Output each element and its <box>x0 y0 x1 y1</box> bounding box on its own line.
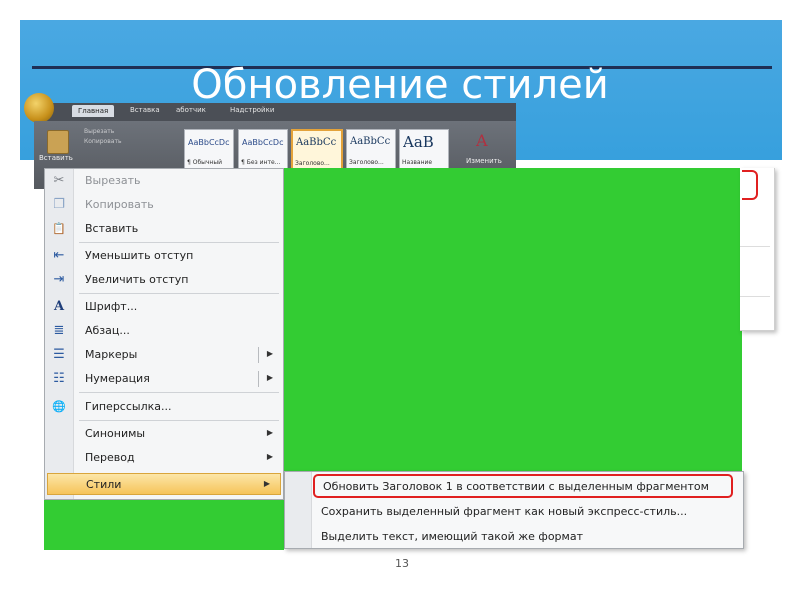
green-fill-area <box>284 168 742 471</box>
style-title[interactable]: AaB Название <box>399 129 449 169</box>
ribbon-tab-home[interactable]: Главная <box>72 105 115 117</box>
green-fill-lower-left <box>44 500 284 550</box>
change-styles-icon: A <box>476 131 488 150</box>
menu-item-bullets[interactable]: ☰ Маркеры ▶ <box>45 344 283 366</box>
paste-big-icon[interactable] <box>47 130 69 154</box>
ribbon-tab-insert[interactable]: Вставка <box>130 106 160 114</box>
menu-item-font[interactable]: A Шрифт... <box>45 296 283 318</box>
ribbon-cut[interactable]: Вырезать <box>84 128 114 135</box>
menu-item-numbering[interactable]: ☷ Нумерация ▶ <box>45 368 283 390</box>
ribbon-copy[interactable]: Копировать <box>84 138 121 145</box>
menu-item-styles[interactable]: Стили ▶ <box>47 473 281 495</box>
copy-icon: ❐ <box>53 197 65 212</box>
submenu-arrow-icon[interactable]: ▶ <box>267 373 273 382</box>
increase-indent-icon: ⇥ <box>53 272 65 287</box>
submenu-item-update-heading[interactable]: Обновить Заголовок 1 в соответствии с вы… <box>313 474 733 498</box>
paragraph-icon: ≣ <box>53 323 65 338</box>
numbering-icon: ☷ <box>53 371 65 386</box>
style-heading-1[interactable]: AaBbCc Заголово... <box>291 129 343 171</box>
paste-icon: 📋 <box>52 222 66 235</box>
background-highlight-frame <box>742 170 758 200</box>
menu-item-paste[interactable]: 📋 Вставить <box>45 218 283 240</box>
page-number: 13 <box>395 557 409 570</box>
submenu-item-select-similar[interactable]: Выделить текст, имеющий такой же формат <box>285 524 743 548</box>
menu-item-copy[interactable]: ❐ Копировать <box>45 194 283 216</box>
style-heading-2[interactable]: AaBbCc Заголово... <box>346 129 396 169</box>
style-normal[interactable]: AaBbCcDc ¶ Обычный <box>184 129 234 169</box>
slide-title: Обновление стилей <box>191 62 609 108</box>
change-styles-button[interactable]: A Изменить <box>464 131 504 171</box>
submenu-arrow-icon: ▶ <box>266 452 273 461</box>
ribbon-tab-developer[interactable]: аботчик <box>176 106 206 114</box>
ribbon-tab-addins[interactable]: Надстройки <box>230 106 274 114</box>
scissors-icon: ✂ <box>53 173 65 188</box>
menu-item-increase-indent[interactable]: ⇥ Увеличить отступ <box>45 269 283 291</box>
submenu-item-save-quick-style[interactable]: Сохранить выделенный фрагмент как новый … <box>285 499 743 523</box>
office-button[interactable] <box>24 93 54 123</box>
submenu-arrow-icon: ▶ <box>266 428 273 437</box>
menu-item-hyperlink[interactable]: 🌐 Гиперссылка... <box>45 396 283 418</box>
hyperlink-icon: 🌐 <box>52 400 66 413</box>
menu-item-synonyms[interactable]: Синонимы ▶ <box>45 423 283 445</box>
styles-submenu: Обновить Заголовок 1 в соответствии с вы… <box>284 471 744 549</box>
decrease-indent-icon: ⇤ <box>53 248 65 263</box>
context-menu: ✂ Вырезать ❐ Копировать 📋 Вставить ⇤ Уме… <box>44 168 284 500</box>
bullets-icon: ☰ <box>53 347 65 362</box>
submenu-arrow-icon: ▶ <box>263 479 270 488</box>
submenu-arrow-icon[interactable]: ▶ <box>267 349 273 358</box>
menu-item-translate[interactable]: Перевод ▶ <box>45 447 283 469</box>
paste-button-label[interactable]: Вставить <box>39 154 73 162</box>
menu-item-cut[interactable]: ✂ Вырезать <box>45 170 283 192</box>
menu-item-paragraph[interactable]: ≣ Абзац... <box>45 320 283 342</box>
font-icon: A <box>53 299 65 314</box>
ribbon-tab-bar: Главная Вставка аботчик Надстройки <box>24 93 516 123</box>
style-no-spacing[interactable]: AaBbCcDc ¶ Без инте... <box>238 129 288 169</box>
menu-item-decrease-indent[interactable]: ⇤ Уменьшить отступ <box>45 245 283 267</box>
